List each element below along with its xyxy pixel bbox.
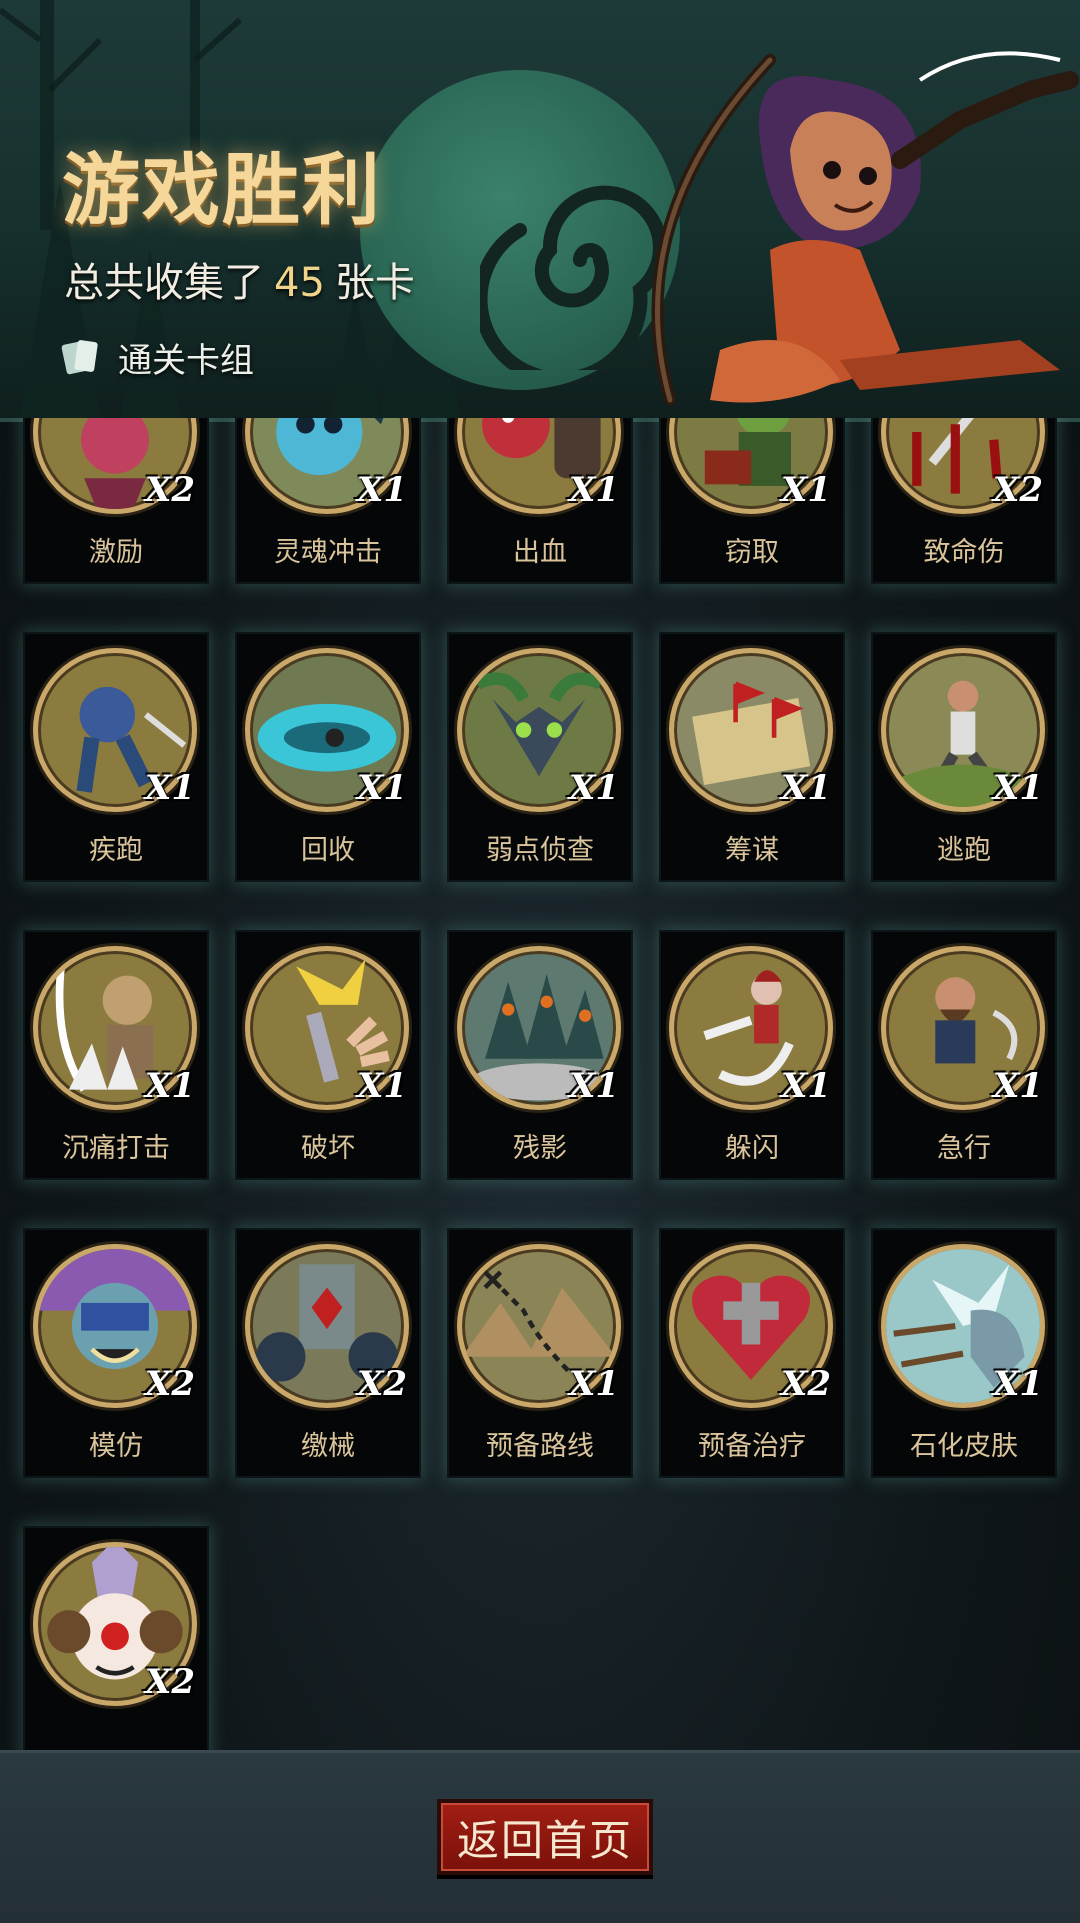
card-tile[interactable]: X2 致命伤 — [871, 418, 1057, 584]
card-name: 窃取 — [725, 537, 779, 568]
victory-header: 游戏胜利 总共收集了 45 张卡 通关卡组 — [0, 0, 1080, 422]
card-tile[interactable]: X1 残影 — [447, 930, 633, 1180]
card-count: X2 — [992, 470, 1043, 510]
card-tile[interactable]: X2 缴械 — [235, 1228, 421, 1478]
card-name: 筹谋 — [725, 835, 779, 866]
card-tile[interactable]: X2 预备治疗 — [659, 1228, 845, 1478]
card-count: X1 — [144, 768, 195, 808]
card-tile[interactable]: X1 预备路线 — [447, 1228, 633, 1478]
collected-prefix: 总共收集了 — [64, 260, 264, 306]
card-name: 躲闪 — [725, 1133, 779, 1164]
card-name: 石化皮肤 — [910, 1431, 1018, 1462]
card-count: X1 — [568, 470, 619, 510]
card-tile[interactable]: X1 沉痛打击 — [23, 930, 209, 1180]
card-count: X1 — [356, 768, 407, 808]
card-count: X1 — [356, 470, 407, 510]
card-name: 灵魂冲击 — [274, 537, 382, 568]
collected-count: 45 — [274, 260, 325, 306]
cleared-deck-label: 通关卡组 — [118, 340, 254, 381]
card-count: X1 — [780, 470, 831, 510]
card-name: 弱点侦查 — [486, 835, 594, 866]
card-name: 残影 — [513, 1133, 567, 1164]
card-tile[interactable]: X1 回收 — [235, 632, 421, 882]
card-count: X2 — [780, 1364, 831, 1404]
card-name: 回收 — [301, 835, 355, 866]
card-tile[interactable]: X2 模仿 — [23, 1228, 209, 1478]
card-tile[interactable]: X2 激励 — [23, 418, 209, 584]
card-name: 致命伤 — [923, 537, 1005, 568]
page-title: 游戏胜利 — [62, 145, 383, 236]
collected-summary: 总共收集了 45 张卡 — [64, 250, 415, 308]
card-count: X1 — [992, 768, 1043, 808]
card-tile[interactable]: X1 出血 — [447, 418, 633, 584]
card-name: 沉痛打击 — [62, 1133, 170, 1164]
hooded-archer-character-icon — [651, 51, 1079, 406]
card-tile[interactable]: X1 石化皮肤 — [871, 1228, 1057, 1478]
card-tile[interactable]: X1 窃取 — [659, 418, 845, 584]
card-name: 缴械 — [301, 1431, 355, 1462]
card-name: 预备治疗 — [698, 1431, 806, 1462]
card-name: 逃跑 — [937, 835, 991, 866]
collected-card-grid: X2 激励 X1 灵魂冲击 X1 出血 X1 窃取 X2 致命伤 X1 疾跑 X1 回收 X1 弱点侦查 X1 筹… — [0, 418, 1080, 1750]
collected-suffix: 张卡 — [334, 260, 415, 306]
card-count: X2 — [144, 470, 195, 510]
card-tile[interactable]: X1 破坏 — [235, 930, 421, 1180]
card-count: X1 — [568, 768, 619, 808]
card-name: 破坏 — [301, 1133, 355, 1164]
card-tile[interactable]: X1 急行 — [871, 930, 1057, 1180]
card-name: 疾跑 — [89, 835, 143, 866]
card-count: X2 — [144, 1662, 195, 1702]
card-name: 激励 — [89, 537, 143, 568]
card-count: X1 — [780, 1066, 831, 1106]
card-count: X1 — [144, 1066, 195, 1106]
return-home-button[interactable]: 返回首页 — [437, 1799, 653, 1875]
cleared-deck-button[interactable]: 通关卡组 — [60, 330, 254, 384]
card-tile[interactable]: X1 灵魂冲击 — [235, 418, 421, 584]
card-tile[interactable]: X1 逃跑 — [871, 632, 1057, 882]
cards-icon — [61, 340, 98, 375]
card-count: X2 — [144, 1364, 195, 1404]
card-name: 预备路线 — [486, 1431, 594, 1462]
card-tile[interactable]: X1 疾跑 — [23, 632, 209, 882]
card-tile[interactable]: X1 筹谋 — [659, 632, 845, 882]
card-count: X1 — [992, 1066, 1043, 1106]
card-count: X1 — [992, 1364, 1043, 1404]
card-count: X1 — [780, 768, 831, 808]
card-count: X1 — [568, 1364, 619, 1404]
card-tile[interactable]: X1 躲闪 — [659, 930, 845, 1180]
card-tile[interactable]: X2 — [23, 1526, 209, 1750]
card-tile[interactable]: X1 弱点侦查 — [447, 632, 633, 882]
card-count: X1 — [356, 1066, 407, 1106]
card-count: X2 — [356, 1364, 407, 1404]
card-name: 模仿 — [89, 1431, 143, 1462]
card-name: 急行 — [937, 1133, 991, 1164]
footer-bar: 返回首页 — [0, 1750, 1080, 1923]
card-name: 出血 — [513, 537, 567, 568]
card-count: X1 — [568, 1066, 619, 1106]
